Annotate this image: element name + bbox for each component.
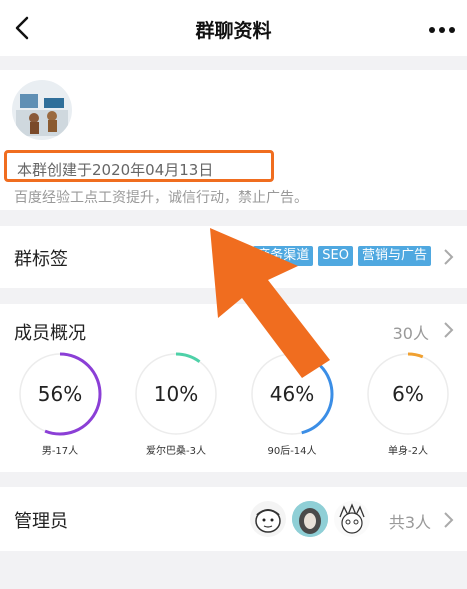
admins-row[interactable]: 管理员 共3人 (0, 487, 467, 551)
nav-bar: 群聊资料 (0, 0, 467, 56)
stat-ring: 56% (18, 352, 102, 436)
admin-count: 共3人 (388, 513, 431, 532)
member-stat: 56% 男-17人 (14, 352, 106, 457)
member-stat: 10% 爱尔巴桑-3人 (130, 352, 222, 457)
member-stat: 6% 单身-2人 (362, 352, 454, 457)
member-stat: 46% 90后-14人 (246, 352, 338, 457)
created-date-highlight: 本群创建于2020年04月13日 (4, 150, 274, 182)
chevron-right-icon (444, 249, 454, 265)
tag-list: 商务渠道 SEO 营销与广告 (253, 246, 431, 266)
stat-label: 爱尔巴桑-3人 (146, 446, 206, 457)
group-description: 百度经验工点工资提升，诚信行动，禁止广告。 (14, 190, 308, 206)
admins-label: 管理员 (14, 511, 68, 532)
stat-percent: 6% (392, 382, 424, 406)
admin-avatar[interactable] (250, 501, 286, 537)
stat-percent: 56% (38, 382, 82, 406)
tag-item: 营销与广告 (357, 246, 431, 266)
page-title: 群聊资料 (195, 20, 272, 42)
stat-label: 男-17人 (41, 446, 79, 457)
stat-label: 单身-2人 (388, 446, 428, 457)
more-icon[interactable] (426, 18, 458, 42)
stat-label: 90后-14人 (267, 446, 317, 457)
chevron-right-icon (444, 322, 454, 338)
admin-avatar[interactable] (292, 501, 328, 537)
group-tags-row[interactable]: 群标签 商务渠道 SEO 营销与广告 (0, 226, 467, 288)
group-info-card: 百度经验工点工资提升，诚信行动，禁止广告。 本群创建于2020年04月13日 (0, 70, 467, 210)
member-count: 30人 (392, 324, 429, 343)
stat-percent: 10% (154, 382, 198, 406)
tag-item: 商务渠道 (253, 246, 314, 266)
stat-percent: 46% (270, 382, 314, 406)
member-overview-card[interactable]: 成员概况 30人 56% 男-17人 10% 爱尔巴桑-3人 46% 90后-1… (0, 304, 467, 472)
group-avatar[interactable] (12, 80, 72, 140)
stat-ring: 46% (250, 352, 334, 436)
chevron-right-icon (444, 512, 454, 528)
tag-item: SEO (318, 246, 353, 266)
admin-avatar[interactable] (334, 501, 370, 537)
group-tags-label: 群标签 (14, 249, 68, 270)
stat-ring: 6% (366, 352, 450, 436)
member-overview-label: 成员概况 (14, 323, 86, 344)
created-date-text: 本群创建于2020年04月13日 (17, 161, 214, 179)
stat-ring: 10% (134, 352, 218, 436)
